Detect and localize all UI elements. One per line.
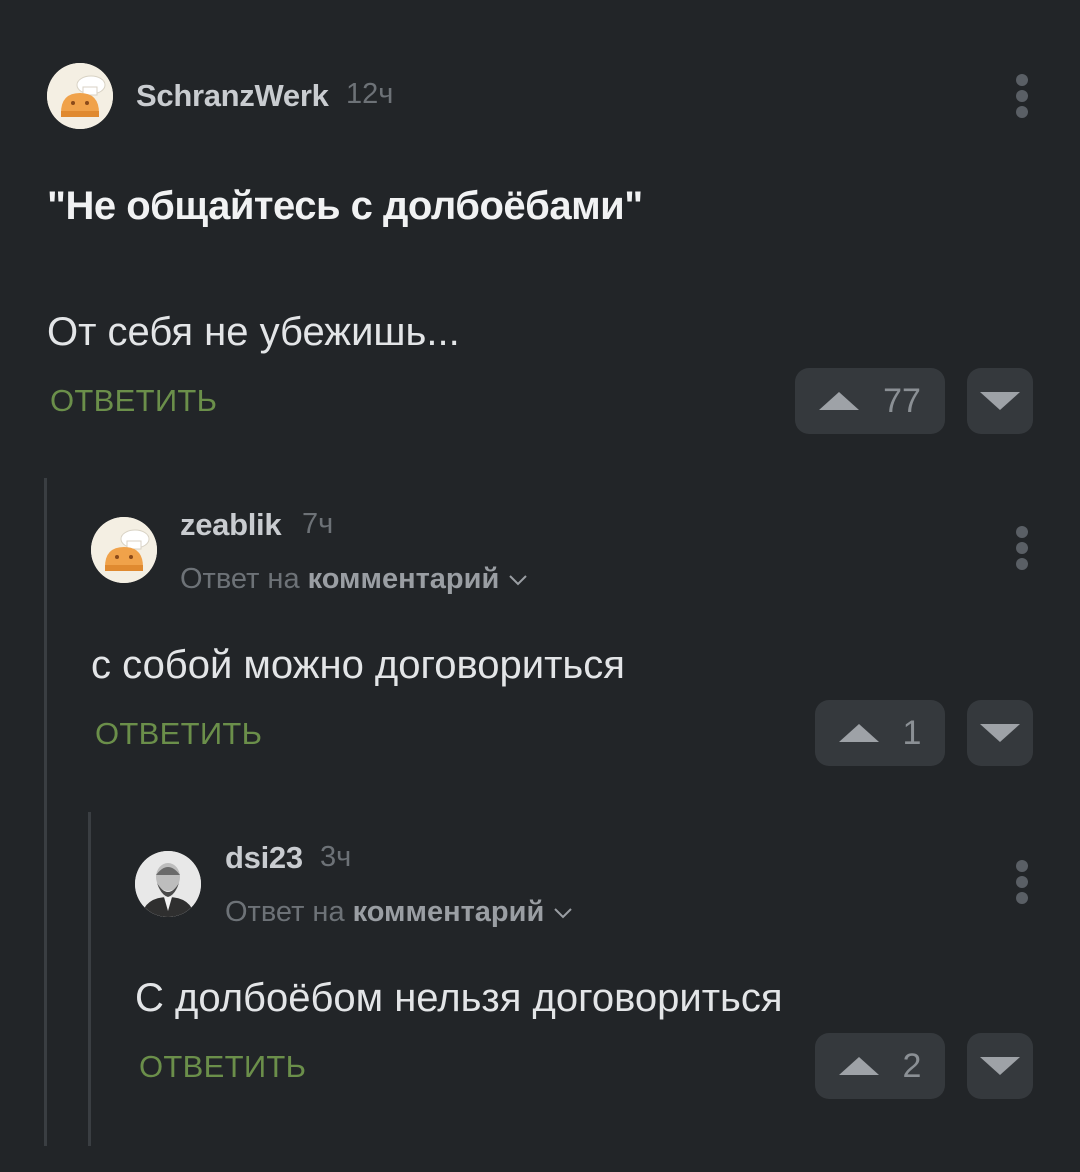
more-vertical-icon[interactable] <box>1015 860 1029 904</box>
chevron-down-icon <box>509 574 528 585</box>
comment-text: с собой можно договориться <box>91 643 625 687</box>
comment-title: "Не общайтесь с долбоёбами" <box>47 184 643 228</box>
upvote-button[interactable]: 2 <box>815 1033 945 1099</box>
reply-to-target: комментарий <box>352 896 545 928</box>
chevron-down-icon <box>554 907 573 918</box>
downvote-button[interactable] <box>967 1033 1033 1099</box>
downvote-button[interactable] <box>967 700 1033 766</box>
thread-line-level-2[interactable] <box>88 812 91 1146</box>
comments-page: SchranzWerk 12ч "Не общайтесь с долбоёба… <box>0 0 1080 1172</box>
avatar[interactable] <box>91 517 157 583</box>
thread-line-level-1[interactable] <box>44 478 47 1146</box>
reply-button[interactable]: ОТВЕТИТЬ <box>139 1049 306 1085</box>
upvote-button[interactable]: 1 <box>815 700 945 766</box>
username[interactable]: SchranzWerk <box>136 78 329 114</box>
comment-text: С долбоёбом нельзя договориться <box>135 976 783 1020</box>
downvote-arrow-icon <box>980 1057 1020 1075</box>
timestamp: 7ч <box>302 508 334 540</box>
timestamp: 3ч <box>320 841 352 873</box>
upvote-arrow-icon <box>838 1057 879 1075</box>
rating-count: 1 <box>902 713 922 752</box>
downvote-arrow-icon <box>980 392 1020 410</box>
username[interactable]: dsi23 <box>225 840 303 876</box>
reply-to-link[interactable]: Ответ на комментарий <box>180 563 529 596</box>
reply-button[interactable]: ОТВЕТИТЬ <box>95 716 262 752</box>
reply-button[interactable]: ОТВЕТИТЬ <box>50 383 217 419</box>
reply-to-prefix: Ответ на <box>180 563 300 595</box>
reply-to-link[interactable]: Ответ на комментарий <box>225 896 574 929</box>
more-vertical-icon[interactable] <box>1015 74 1029 118</box>
comment-root: SchranzWerk 12ч "Не общайтесь с долбоёба… <box>0 0 1080 460</box>
downvote-button[interactable] <box>967 368 1033 434</box>
downvote-arrow-icon <box>980 724 1020 742</box>
upvote-arrow-icon <box>819 392 860 410</box>
avatar[interactable] <box>135 851 201 917</box>
reply-to-target: комментарий <box>307 563 500 595</box>
upvote-button[interactable]: 77 <box>795 368 945 434</box>
username[interactable]: zeablik <box>180 507 282 543</box>
more-vertical-icon[interactable] <box>1015 526 1029 570</box>
timestamp: 12ч <box>346 78 394 110</box>
rating-count: 77 <box>883 381 921 420</box>
comment-text: От себя не убежишь... <box>47 310 460 354</box>
upvote-arrow-icon <box>838 724 879 742</box>
avatar[interactable] <box>47 63 113 129</box>
reply-to-prefix: Ответ на <box>225 896 345 928</box>
rating-count: 2 <box>902 1046 922 1085</box>
